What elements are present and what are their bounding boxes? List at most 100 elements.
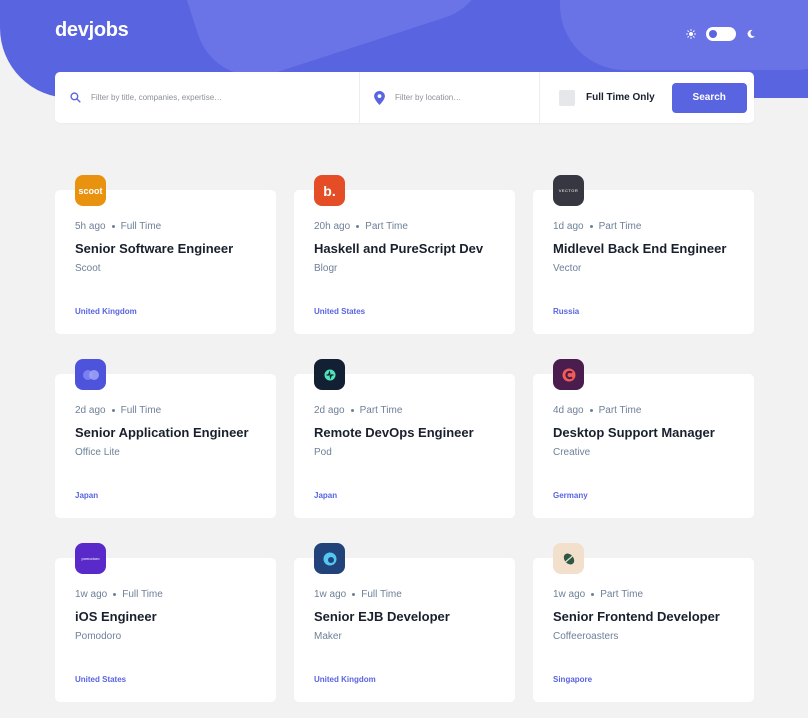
job-location: United States bbox=[314, 307, 366, 316]
job-title[interactable]: iOS Engineer bbox=[75, 609, 256, 624]
job-meta: 2d ago Full Time bbox=[75, 405, 256, 416]
job-card[interactable]: scoot 5h ago Full Time Senior Software En… bbox=[55, 175, 276, 334]
contract-type: Part Time bbox=[365, 221, 408, 232]
separator-dot bbox=[591, 592, 595, 596]
fulltime-label[interactable]: Full Time Only bbox=[586, 92, 655, 103]
app-logo[interactable]: devjobs bbox=[55, 19, 129, 42]
contract-type: Part Time bbox=[600, 589, 644, 600]
job-meta: 1w ago Part Time bbox=[553, 589, 734, 600]
coffeeroasters-mark-icon bbox=[563, 553, 574, 564]
separator-dot bbox=[589, 224, 593, 228]
title-search-input[interactable] bbox=[91, 93, 291, 102]
contract-type: Part Time bbox=[598, 405, 642, 416]
job-location: Singapore bbox=[553, 675, 593, 684]
job-card[interactable]: pomodoro 1w ago Full Time iOS Engineer Po… bbox=[55, 543, 276, 702]
officelite-mark-icon bbox=[82, 369, 99, 380]
job-card[interactable]: b. 20h ago Part Time Haskell and PureScri… bbox=[294, 175, 515, 334]
coffeeroasters-logo-icon bbox=[553, 543, 584, 574]
search-icon bbox=[70, 92, 81, 103]
job-location: United Kingdom bbox=[75, 307, 137, 316]
contract-type: Full Time bbox=[122, 589, 163, 600]
location-filter bbox=[360, 72, 540, 123]
company-name: Office Lite bbox=[75, 447, 120, 458]
logo-text: b. bbox=[323, 182, 336, 199]
separator-dot bbox=[113, 592, 117, 596]
separator-dot bbox=[589, 408, 593, 412]
company-name: Coffeeroasters bbox=[553, 631, 619, 642]
contract-type: Part Time bbox=[359, 405, 403, 416]
job-meta: 1w ago Full Time bbox=[75, 589, 256, 600]
job-list: scoot 5h ago Full Time Senior Software En… bbox=[55, 175, 754, 702]
company-name: Scoot bbox=[75, 263, 101, 274]
logo-text: pomodoro bbox=[81, 556, 100, 561]
job-title[interactable]: Midlevel Back End Engineer bbox=[553, 241, 734, 256]
creative-mark-icon bbox=[562, 368, 575, 381]
blogr-logo-icon: b. bbox=[314, 175, 345, 206]
posted-time: 1d ago bbox=[553, 221, 584, 232]
pod-logo-icon bbox=[314, 359, 345, 390]
job-title[interactable]: Senior Application Engineer bbox=[75, 425, 256, 440]
job-meta: 1w ago Full Time bbox=[314, 589, 495, 600]
job-location: Japan bbox=[75, 491, 99, 500]
officelite-logo-icon bbox=[75, 359, 106, 390]
search-bar: Full Time Only Search bbox=[55, 72, 754, 123]
theme-toggle[interactable] bbox=[706, 27, 736, 41]
contract-type: Part Time bbox=[598, 221, 642, 232]
posted-time: 2d ago bbox=[314, 405, 345, 416]
maker-logo-icon bbox=[314, 543, 345, 574]
job-meta: 5h ago Full Time bbox=[75, 221, 256, 232]
company-name: Creative bbox=[553, 447, 591, 458]
company-name: Blogr bbox=[314, 263, 338, 274]
moon-icon bbox=[747, 29, 755, 38]
job-title[interactable]: Haskell and PureScript Dev bbox=[314, 241, 495, 256]
job-card[interactable]: 2d ago Part Time Remote DevOps Engineer P… bbox=[294, 359, 515, 518]
posted-time: 2d ago bbox=[75, 405, 106, 416]
fulltime-checkbox[interactable] bbox=[559, 89, 575, 106]
job-title[interactable]: Senior EJB Developer bbox=[314, 609, 495, 624]
separator-dot bbox=[111, 224, 115, 228]
contract-type: Full Time bbox=[120, 221, 162, 232]
toggle-knob bbox=[709, 30, 717, 38]
job-meta: 2d ago Part Time bbox=[314, 405, 495, 416]
job-title[interactable]: Senior Frontend Developer bbox=[553, 609, 734, 624]
posted-time: 20h ago bbox=[314, 221, 351, 232]
company-name: Vector bbox=[553, 263, 582, 274]
scoot-logo-icon: scoot bbox=[75, 175, 106, 206]
search-button[interactable]: Search bbox=[671, 82, 747, 113]
contract-type: Full Time bbox=[361, 589, 402, 600]
location-pin-icon bbox=[374, 90, 385, 105]
job-title[interactable]: Remote DevOps Engineer bbox=[314, 425, 495, 440]
job-title[interactable]: Senior Software Engineer bbox=[75, 241, 256, 256]
title-filter bbox=[55, 72, 360, 123]
header-decoration bbox=[560, 0, 808, 70]
posted-time: 1w ago bbox=[314, 589, 347, 600]
separator-dot bbox=[356, 224, 360, 228]
job-card[interactable]: VECTOR 1d ago Part Time Midlevel Back End… bbox=[533, 175, 754, 334]
logo-text: VECTOR bbox=[558, 188, 579, 193]
maker-mark-icon bbox=[323, 552, 336, 565]
posted-time: 1w ago bbox=[553, 589, 586, 600]
company-name: Maker bbox=[314, 631, 342, 642]
job-title[interactable]: Desktop Support Manager bbox=[553, 425, 734, 440]
fulltime-filter: Full Time Only Search bbox=[540, 72, 754, 123]
vector-logo-icon: VECTOR bbox=[553, 175, 584, 206]
job-card[interactable]: 2d ago Full Time Senior Application Engin… bbox=[55, 359, 276, 518]
posted-time: 1w ago bbox=[75, 589, 108, 600]
posted-time: 4d ago bbox=[553, 405, 584, 416]
separator-dot bbox=[352, 592, 356, 596]
job-meta: 1d ago Part Time bbox=[553, 221, 734, 232]
job-location: United Kingdom bbox=[314, 675, 376, 684]
company-name: Pod bbox=[314, 447, 332, 458]
pomodoro-logo-icon: pomodoro bbox=[75, 543, 106, 574]
job-card[interactable]: 1w ago Full Time Senior EJB Developer Mak… bbox=[294, 543, 515, 702]
job-location: Germany bbox=[553, 491, 588, 500]
job-card[interactable]: 1w ago Part Time Senior Frontend Develope… bbox=[533, 543, 754, 702]
location-search-input[interactable] bbox=[395, 93, 535, 102]
logo-text: scoot bbox=[78, 185, 103, 196]
job-card[interactable]: 4d ago Part Time Desktop Support Manager … bbox=[533, 359, 754, 518]
posted-time: 5h ago bbox=[75, 221, 106, 232]
job-location: Japan bbox=[314, 491, 338, 500]
job-meta: 20h ago Part Time bbox=[314, 221, 495, 232]
theme-switcher bbox=[686, 26, 756, 42]
job-location: Russia bbox=[553, 307, 580, 316]
